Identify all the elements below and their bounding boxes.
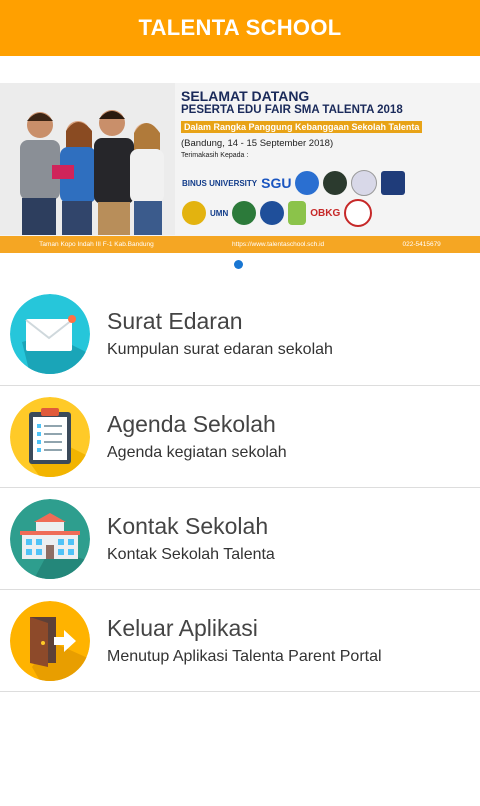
- main-menu: Surat Edaran Kumpulan surat edaran sekol…: [0, 283, 480, 692]
- logo-circle-icon: [232, 201, 257, 225]
- menu-item-keluar-aplikasi[interactable]: Keluar Aplikasi Menutup Aplikasi Talenta…: [0, 590, 480, 692]
- exit-door-icon: [10, 601, 90, 681]
- banner-phone: 022-5415679: [402, 241, 441, 248]
- menu-item-title: Kontak Sekolah: [107, 513, 269, 539]
- menu-item-surat-edaran[interactable]: Surat Edaran Kumpulan surat edaran sekol…: [0, 283, 480, 386]
- menu-item-title: Surat Edaran: [107, 308, 243, 334]
- menu-item-subtitle: Menutup Aplikasi Talenta Parent Portal: [107, 648, 382, 665]
- logo-leaf-icon: [288, 201, 307, 225]
- menu-item-subtitle: Kontak Sekolah Talenta: [107, 546, 275, 563]
- app-bar: TALENTA SCHOOL: [0, 0, 480, 56]
- carousel-indicator-dot[interactable]: [234, 260, 243, 269]
- banner-text: SELAMAT DATANG PESERTA EDU FAIR SMA TALE…: [181, 89, 473, 159]
- banner-address: Taman Kopo Indah III F-1 Kab.Bandung: [39, 241, 154, 248]
- school-building-icon: [10, 499, 90, 579]
- logo-circle-icon: [344, 199, 373, 227]
- app-title: TALENTA SCHOOL: [138, 15, 342, 40]
- menu-item-subtitle: Kumpulan surat edaran sekolah: [107, 341, 333, 358]
- students-photo: [0, 83, 175, 235]
- menu-item-title: Keluar Aplikasi: [107, 615, 258, 641]
- banner-subheading: PESERTA EDU FAIR SMA TALENTA 2018: [181, 104, 403, 116]
- promo-banner[interactable]: SELAMAT DATANG PESERTA EDU FAIR SMA TALE…: [0, 83, 480, 253]
- logo-circle-icon: [295, 171, 320, 195]
- sponsor-logos: BINUS UNIVERSITY SGU UMN OBKG: [182, 168, 474, 230]
- logo-sgu: SGU: [261, 175, 292, 191]
- banner-tagline: Dalam Rangka Panggung Kebanggaan Sekolah…: [181, 121, 423, 133]
- envelope-icon: [10, 294, 90, 374]
- banner-website: https://www.talentaschool.sch.id: [232, 241, 325, 248]
- clipboard-icon: [10, 397, 90, 477]
- logo-circle-icon: [260, 201, 285, 225]
- banner-thanks: Terimakasih Kepada :: [181, 152, 249, 159]
- menu-item-agenda-sekolah[interactable]: Agenda Sekolah Agenda kegiatan sekolah: [0, 386, 480, 488]
- menu-item-title: Agenda Sekolah: [107, 411, 276, 437]
- banner-heading: SELAMAT DATANG: [181, 88, 310, 104]
- banner-date: (Bandung, 14 - 15 September 2018): [181, 138, 334, 149]
- logo-circle-icon: [182, 201, 206, 225]
- menu-item-kontak-sekolah[interactable]: Kontak Sekolah Kontak Sekolah Talenta: [0, 488, 480, 590]
- banner-footer: Taman Kopo Indah III F-1 Kab.Bandung htt…: [0, 236, 480, 253]
- logo-binus: BINUS UNIVERSITY: [182, 178, 258, 188]
- logo-shield-icon: [381, 171, 406, 195]
- menu-item-subtitle: Agenda kegiatan sekolah: [107, 444, 287, 461]
- logo-circle-icon: [323, 171, 348, 195]
- logo-umn: UMN: [210, 208, 229, 218]
- logo-obkg: OBKG: [310, 207, 341, 219]
- logo-circle-icon: [351, 170, 378, 196]
